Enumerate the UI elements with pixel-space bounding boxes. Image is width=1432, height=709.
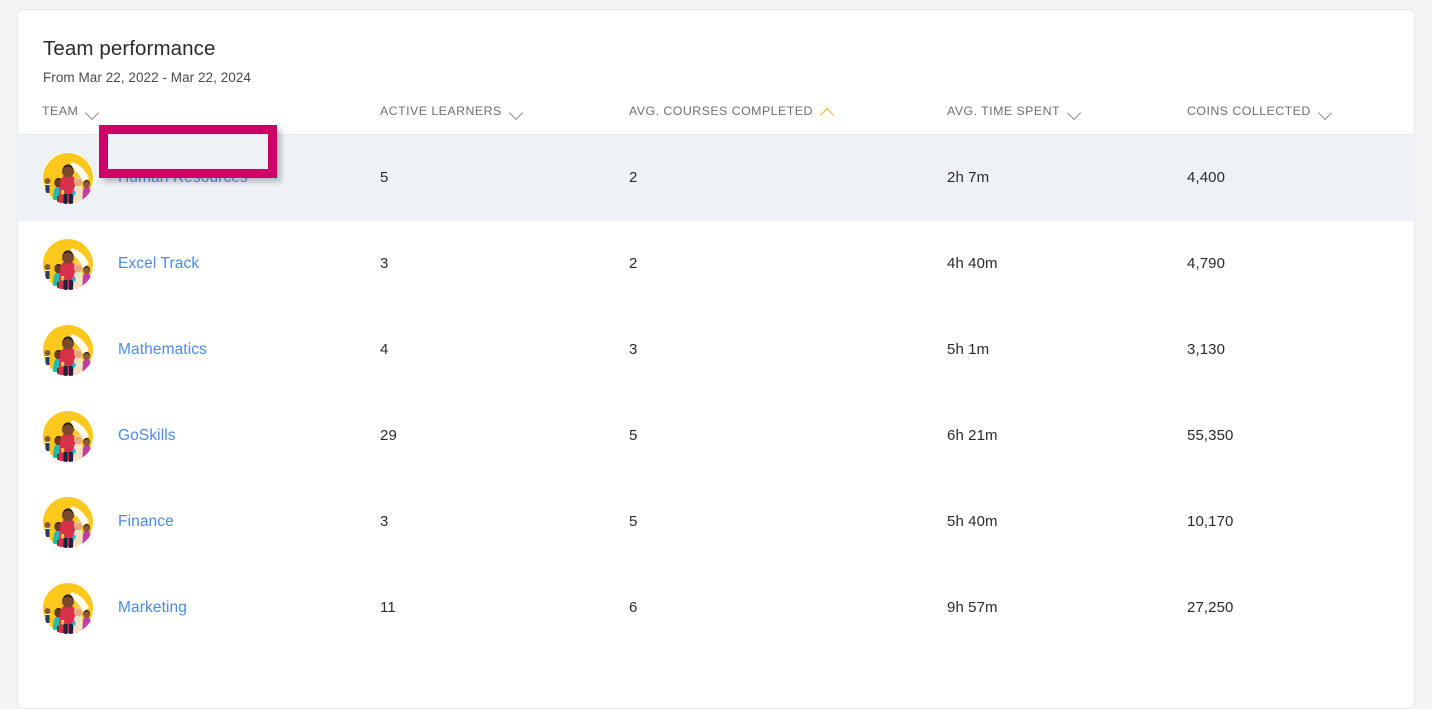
column-header-team[interactable]: TEAM: [18, 104, 363, 135]
chevron-down-icon[interactable]: [86, 107, 101, 116]
team-cell: Marketing: [42, 581, 363, 634]
team-cell: GoSkills: [42, 409, 363, 462]
chevron-up-icon[interactable]: [821, 107, 836, 116]
cell-team: Excel Track: [18, 221, 363, 307]
column-header-active-learners-label: ACTIVE LEARNERS: [380, 104, 502, 118]
avatar: [42, 323, 94, 376]
cell-active: 29: [380, 427, 397, 444]
cell-avg: 6: [629, 599, 638, 616]
cell-team: GoSkills: [18, 393, 363, 479]
cell-team: Mathematics: [18, 307, 363, 393]
table-row[interactable]: Marketing 11 6 9h 57m 27,250: [18, 565, 1414, 651]
team-name-link[interactable]: GoSkills: [118, 427, 176, 445]
cell-coins: 3,130: [1187, 341, 1226, 358]
avatar: [42, 151, 94, 204]
cell-active: 11: [380, 599, 396, 616]
column-header-team-label: TEAM: [42, 104, 79, 118]
chevron-down-icon[interactable]: [1319, 107, 1334, 116]
cell-avg: 2: [611, 134, 931, 221]
column-header-avg-time-spent-label: AVG. TIME SPENT: [947, 104, 1061, 118]
cell-time: 9h 57m: [947, 599, 998, 616]
cell-coins: 55,350: [1187, 427, 1234, 444]
cell-time: 5h 1m: [947, 341, 990, 358]
avatar: [42, 237, 94, 290]
team-name-link[interactable]: Finance: [118, 513, 174, 531]
chevron-down-icon[interactable]: [510, 107, 525, 116]
cell-time: 4h 40m: [947, 255, 998, 272]
cell-avg: 2: [629, 255, 638, 272]
table-row[interactable]: Excel Track 3 2 4h 40m 4,790: [18, 221, 1414, 307]
column-header-coins-collected-label: COINS COLLECTED: [1187, 104, 1311, 118]
cell-coins: 27,250: [1187, 599, 1234, 616]
team-name-link[interactable]: Human Resources: [118, 169, 248, 187]
cell-active: 3: [380, 513, 389, 530]
team-cell: Mathematics: [42, 323, 363, 376]
cell-active: 4: [380, 341, 389, 358]
page-title: Team performance: [43, 37, 216, 60]
team-name-link[interactable]: Marketing: [118, 599, 187, 617]
column-header-avg-courses-completed-label: AVG. COURSES COMPLETED: [629, 104, 813, 118]
cell-team: Human Resources: [18, 124, 363, 221]
table-row[interactable]: GoSkills 29 5 6h 21m 55,350: [18, 393, 1414, 479]
avatar: [42, 581, 94, 634]
cell-coins: 4,400: [1173, 134, 1414, 221]
column-header-coins-collected[interactable]: COINS COLLECTED: [1173, 104, 1414, 135]
cell-active: 5: [363, 134, 611, 221]
cell-active: 3: [380, 255, 389, 272]
cell-time: 5h 40m: [947, 513, 998, 530]
team-performance-table: TEAM ACTIVE LEARNERS AVG. COURSES COMPLE…: [18, 104, 1414, 651]
table-row[interactable]: Human Resources 5 2 2h 7m 4,400: [18, 124, 1414, 221]
chevron-down-icon[interactable]: [1068, 107, 1083, 116]
team-name-link[interactable]: Excel Track: [118, 255, 199, 273]
cell-avg: 5: [629, 427, 638, 444]
team-performance-card: Team performance From Mar 22, 2022 - Mar…: [17, 9, 1415, 709]
cell-time: 6h 21m: [947, 427, 998, 444]
column-header-active-learners[interactable]: ACTIVE LEARNERS: [363, 104, 611, 135]
cell-avg: 5: [629, 513, 638, 530]
table-row[interactable]: Finance 3 5 5h 40m 10,170: [18, 479, 1414, 565]
table-header-row: TEAM ACTIVE LEARNERS AVG. COURSES COMPLE…: [18, 104, 1414, 135]
team-cell: Excel Track: [42, 237, 363, 290]
avatar: [42, 495, 94, 548]
cell-coins: 4,790: [1187, 255, 1226, 272]
cell-team: Marketing: [18, 565, 363, 651]
cell-coins: 10,170: [1187, 513, 1234, 530]
team-cell: Human Resources: [42, 124, 363, 204]
table-row[interactable]: Mathematics 4 3 5h 1m 3,130: [18, 307, 1414, 393]
column-header-avg-time-spent[interactable]: AVG. TIME SPENT: [931, 104, 1173, 135]
avatar: [42, 409, 94, 462]
table-header: TEAM ACTIVE LEARNERS AVG. COURSES COMPLE…: [18, 104, 1414, 135]
team-cell: Finance: [42, 495, 363, 548]
cell-avg: 3: [629, 341, 638, 358]
team-name-link[interactable]: Mathematics: [118, 341, 207, 359]
cell-team: Finance: [18, 479, 363, 565]
table-body: Human Resources 5 2 2h 7m 4,400 Excel Track 3 2…: [18, 124, 1414, 651]
column-header-avg-courses-completed[interactable]: AVG. COURSES COMPLETED: [611, 104, 931, 135]
card-header: Team performance From Mar 22, 2022 - Mar…: [18, 10, 1414, 85]
date-range-label: From Mar 22, 2022 - Mar 22, 2024: [43, 70, 251, 85]
cell-time: 2h 7m: [931, 134, 1173, 221]
